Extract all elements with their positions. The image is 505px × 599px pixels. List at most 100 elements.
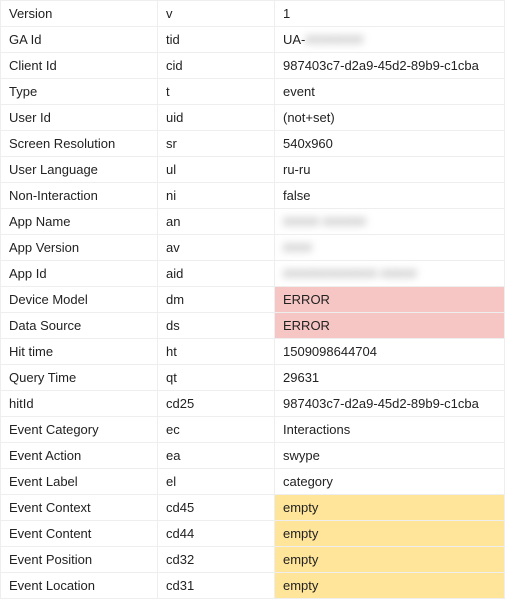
param-value: Interactions xyxy=(275,417,505,443)
param-label: Event Category xyxy=(1,417,158,443)
param-key: cd45 xyxy=(158,495,275,521)
param-value: 29631 xyxy=(275,365,505,391)
table-row: Client Idcid 987403c7-d2a9-45d2-89b9-c1cb… xyxy=(1,53,505,79)
table-row: Event Labelel category xyxy=(1,469,505,495)
value-text: false xyxy=(283,188,310,203)
param-key: v xyxy=(158,1,275,27)
table-row: Hit timeht 1509098644704 xyxy=(1,339,505,365)
table-row: Event Locationcd31empty xyxy=(1,573,505,599)
value-text: UA- xyxy=(283,32,305,47)
table-row: hitIdcd25 987403c7-d2a9-45d2-89b9-c1cba xyxy=(1,391,505,417)
redacted-text: ######## xyxy=(305,32,363,47)
param-label: Hit time xyxy=(1,339,158,365)
param-value: 987403c7-d2a9-45d2-89b9-c1cba xyxy=(275,391,505,417)
table-row: Non-Interactionnifalse xyxy=(1,183,505,209)
param-label: Non-Interaction xyxy=(1,183,158,209)
param-label: Event Label xyxy=(1,469,158,495)
redacted-text: #### xyxy=(283,240,312,255)
param-label: User Id xyxy=(1,105,158,131)
param-label: App Version xyxy=(1,235,158,261)
table-row: User Languageulru-ru xyxy=(1,157,505,183)
table-row: Event Actioneaswype xyxy=(1,443,505,469)
value-text: 540x960 xyxy=(283,136,333,151)
param-key: el xyxy=(158,469,275,495)
value-text: empty xyxy=(283,526,318,541)
param-label: Type xyxy=(1,79,158,105)
param-value: 987403c7-d2a9-45d2-89b9-c1cba xyxy=(275,53,505,79)
redacted-text: ############# ##### xyxy=(283,266,417,281)
param-key: ht xyxy=(158,339,275,365)
value-text: ru-ru xyxy=(283,162,310,177)
param-value: category xyxy=(275,469,505,495)
param-value: ##### ###### xyxy=(275,209,505,235)
param-value: event xyxy=(275,79,505,105)
param-key: cid xyxy=(158,53,275,79)
param-value: 1 xyxy=(275,1,505,27)
param-value: ERROR xyxy=(275,287,505,313)
value-text: ERROR xyxy=(283,292,330,307)
param-label: Event Content xyxy=(1,521,158,547)
value-text: empty xyxy=(283,578,318,593)
param-label: Screen Resolution xyxy=(1,131,158,157)
param-key: an xyxy=(158,209,275,235)
param-label: hitId xyxy=(1,391,158,417)
value-text: swype xyxy=(283,448,320,463)
value-text: ERROR xyxy=(283,318,330,333)
param-label: GA Id xyxy=(1,27,158,53)
param-value: ############# ##### xyxy=(275,261,505,287)
table-row: Typetevent xyxy=(1,79,505,105)
param-value: empty xyxy=(275,573,505,599)
param-key: cd31 xyxy=(158,573,275,599)
param-value: ERROR xyxy=(275,313,505,339)
param-key: ul xyxy=(158,157,275,183)
value-text: 1 xyxy=(283,6,290,21)
table-row: Versionv1 xyxy=(1,1,505,27)
table-row: Query Timeqt29631 xyxy=(1,365,505,391)
value-text: empty xyxy=(283,500,318,515)
param-label: App Name xyxy=(1,209,158,235)
param-key: tid xyxy=(158,27,275,53)
redacted-text: ##### ###### xyxy=(283,214,366,229)
param-value: swype xyxy=(275,443,505,469)
param-label: Event Action xyxy=(1,443,158,469)
param-key: cd44 xyxy=(158,521,275,547)
param-value: ru-ru xyxy=(275,157,505,183)
table-row: App Versionav #### xyxy=(1,235,505,261)
param-label: Data Source xyxy=(1,313,158,339)
param-key: ec xyxy=(158,417,275,443)
param-value: 1509098644704 xyxy=(275,339,505,365)
value-text: 987403c7-d2a9-45d2-89b9-c1cba xyxy=(283,396,479,411)
param-value: empty xyxy=(275,547,505,573)
param-key: sr xyxy=(158,131,275,157)
value-text: 987403c7-d2a9-45d2-89b9-c1cba xyxy=(283,58,479,73)
param-label: Event Context xyxy=(1,495,158,521)
param-value: #### xyxy=(275,235,505,261)
ga-hit-table: Versionv1GA Idtid UA-######## Client Idcid… xyxy=(0,0,505,599)
param-key: av xyxy=(158,235,275,261)
param-value: empty xyxy=(275,495,505,521)
table-row: User Iduid(not+set) xyxy=(1,105,505,131)
param-label: Device Model xyxy=(1,287,158,313)
param-value: 540x960 xyxy=(275,131,505,157)
param-label: Client Id xyxy=(1,53,158,79)
table-row: GA Idtid UA-######## xyxy=(1,27,505,53)
value-text: event xyxy=(283,84,315,99)
param-label: Event Position xyxy=(1,547,158,573)
param-value: (not+set) xyxy=(275,105,505,131)
param-key: cd32 xyxy=(158,547,275,573)
table-row: Data SourcedsERROR xyxy=(1,313,505,339)
table-row: Event Contextcd45 empty xyxy=(1,495,505,521)
param-key: dm xyxy=(158,287,275,313)
data-table: Versionv1GA Idtid UA-######## Client Idcid… xyxy=(0,0,505,599)
value-text: 1509098644704 xyxy=(283,344,377,359)
param-key: cd25 xyxy=(158,391,275,417)
value-text: category xyxy=(283,474,333,489)
param-key: qt xyxy=(158,365,275,391)
param-key: aid xyxy=(158,261,275,287)
value-text: Interactions xyxy=(283,422,350,437)
value-text: 29631 xyxy=(283,370,319,385)
table-row: App Namean ##### ###### xyxy=(1,209,505,235)
param-key: ea xyxy=(158,443,275,469)
param-key: t xyxy=(158,79,275,105)
table-row: Event Contentcd44 empty xyxy=(1,521,505,547)
